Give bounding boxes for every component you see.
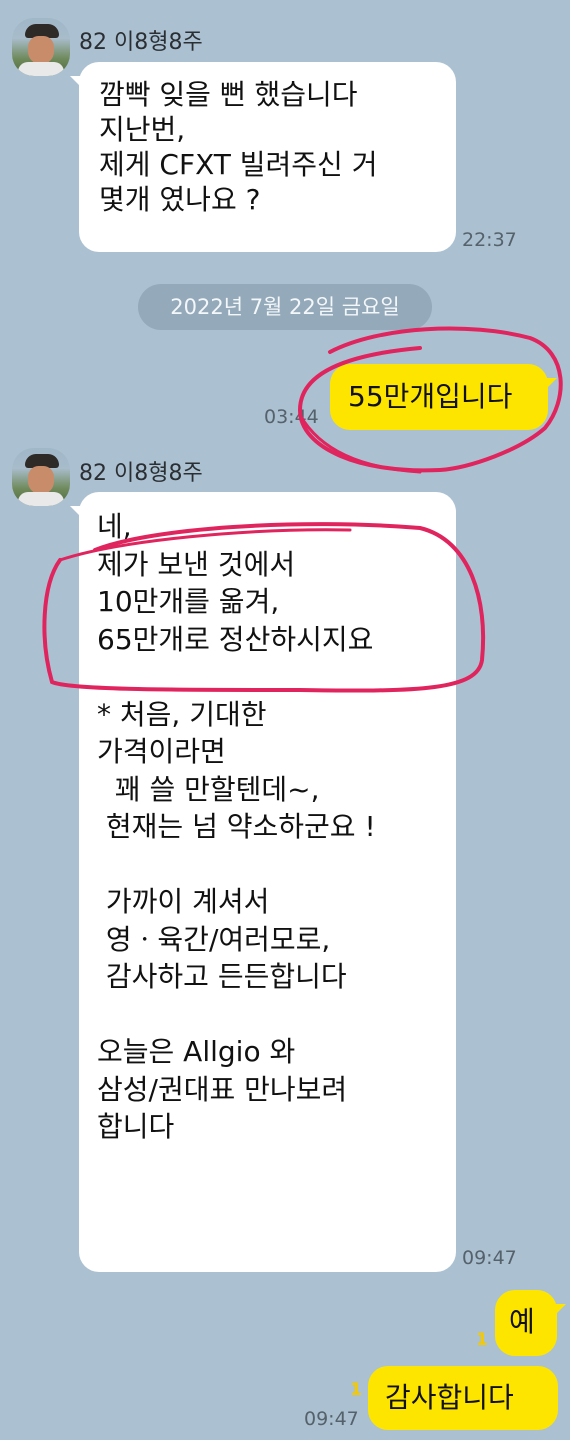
incoming-message-bubble[interactable]: 네, 제가 보낸 것에서 10만개를 옮겨, 65만개로 정산하시지요 * 처음… bbox=[70, 492, 456, 1272]
message-time: 09:47 bbox=[462, 1247, 517, 1269]
incoming-message-bubble[interactable]: 깜빡 잊을 뻔 했습니다 지난번, 제게 CFXT 빌려주신 거 몇개 였나요 … bbox=[70, 62, 456, 252]
outgoing-message-bubble[interactable]: 감사합니다 bbox=[368, 1366, 558, 1430]
sender-avatar[interactable] bbox=[12, 18, 70, 76]
message-time: 03:44 bbox=[264, 406, 319, 428]
outgoing-message-bubble[interactable]: 예 bbox=[495, 1290, 566, 1356]
date-divider: 2022년 7월 22일 금요일 bbox=[138, 284, 432, 330]
sender-avatar[interactable] bbox=[12, 448, 70, 506]
unread-count: 1 bbox=[476, 1330, 488, 1350]
chat-room: 82 이8형8주 깜빡 잊을 뻔 했습니다 지난번, 제게 CFXT 빌려주신 … bbox=[0, 0, 570, 1440]
sender-name: 82 이8형8주 bbox=[79, 461, 203, 486]
message-time: 22:37 bbox=[462, 229, 517, 251]
message-time: 09:47 bbox=[304, 1408, 359, 1430]
unread-count: 1 bbox=[350, 1380, 362, 1400]
outgoing-message-bubble[interactable]: 55만개입니다 bbox=[330, 364, 557, 430]
sender-name: 82 이8형8주 bbox=[79, 30, 203, 55]
